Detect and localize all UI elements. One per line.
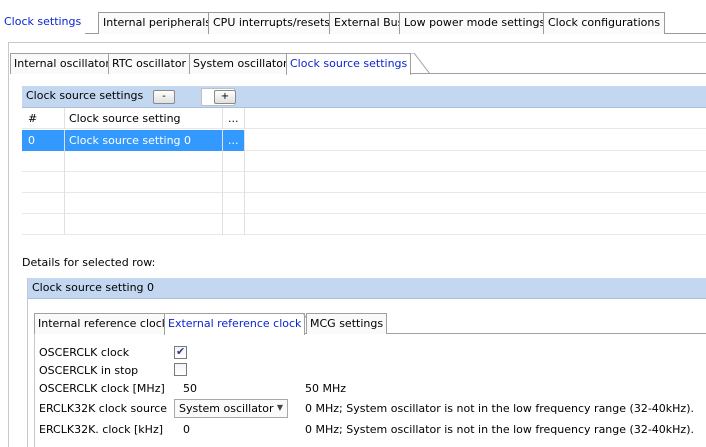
erclk32k-source-select[interactable]: System oscillator ▼ <box>174 399 288 418</box>
sub-tab-bar: Internal oscillator RTC oscillator Syste… <box>10 53 706 75</box>
tab-system-oscillator[interactable]: System oscillator <box>189 53 292 74</box>
row-index-cell[interactable]: 0 <box>22 130 65 151</box>
empty-table-row <box>22 193 706 214</box>
erclk32k-khz-note: 0 MHz; System oscillator is not in the l… <box>305 423 694 436</box>
empty-table-row <box>22 214 706 235</box>
column-header-more[interactable]: ... <box>223 108 245 129</box>
add-row-button[interactable]: + <box>214 90 236 104</box>
tab-clock-configurations[interactable]: Clock configurations <box>543 12 666 34</box>
column-header-name[interactable]: Clock source setting <box>65 108 223 129</box>
erclk32k-khz-input[interactable]: 0 <box>183 423 190 436</box>
detail-title: Clock source setting 0 <box>32 281 155 294</box>
table-row[interactable]: 0 Clock source setting 0 ... <box>22 130 706 151</box>
oscerclk-clock-label: OSCERCLK clock <box>39 346 130 359</box>
erclk32k-source-note: 0 MHz; System oscillator is not in the l… <box>305 402 694 415</box>
detail-section-header: Clock source setting 0 <box>28 278 706 299</box>
tab-external-reference-clock[interactable]: External reference clock <box>164 313 306 335</box>
erclk32k-source-label: ERCLK32K clock source <box>39 402 168 415</box>
top-tab-bar: Clock settings Internal peripherals CPU … <box>0 12 706 35</box>
tab-internal-reference-clock[interactable]: Internal reference clock <box>34 313 173 334</box>
row-more-button[interactable]: ... <box>223 130 245 151</box>
chevron-down-icon: ▼ <box>276 403 283 412</box>
details-label: Details for selected row: <box>22 256 156 269</box>
oscerclk-mhz-label: OSCERCLK clock [MHz] <box>39 382 165 395</box>
oscerclk-mhz-input[interactable]: 50 <box>183 382 197 395</box>
oscerclk-in-stop-checkbox[interactable] <box>174 363 187 376</box>
tab-clock-source-settings[interactable]: Clock source settings <box>286 53 412 75</box>
tab-cpu-interrupts-resets[interactable]: CPU interrupts/resets <box>208 12 336 34</box>
detail-tab-bar: Internal reference clock External refere… <box>34 313 706 335</box>
empty-table-row <box>22 151 706 172</box>
erclk32k-khz-label: ERCLK32K. clock [kHz] <box>39 423 164 436</box>
column-header-index[interactable]: # <box>22 108 65 129</box>
tab-internal-oscillator[interactable]: Internal oscillator <box>10 53 114 74</box>
tab-internal-peripherals[interactable]: Internal peripherals <box>98 12 216 34</box>
section-title: Clock source settings <box>26 89 144 102</box>
tab-clock-settings[interactable]: Clock settings <box>0 12 86 35</box>
tab-low-power-mode-settings[interactable]: Low power mode settings <box>399 12 551 34</box>
tab-external-bus[interactable]: External Bus <box>329 12 409 34</box>
oscerclk-in-stop-label: OSCERCLK in stop <box>39 364 139 377</box>
tab-slant-decoration <box>404 53 431 75</box>
table-header-row: # Clock source setting ... <box>22 108 706 129</box>
checkmark-icon: ✔ <box>176 345 186 358</box>
remove-row-button[interactable]: - <box>153 90 175 104</box>
tab-rtc-oscillator[interactable]: RTC oscillator <box>108 53 191 74</box>
empty-table-row <box>22 172 706 193</box>
clock-source-section-header: Clock source settings - 1 + <box>22 86 706 108</box>
oscerclk-clock-checkbox[interactable]: ✔ <box>174 345 187 359</box>
tab-mcg-settings[interactable]: MCG settings <box>306 313 388 334</box>
select-value: System oscillator <box>179 402 274 415</box>
oscerclk-mhz-note: 50 MHz <box>305 382 347 395</box>
row-name-cell[interactable]: Clock source setting 0 <box>65 130 223 151</box>
